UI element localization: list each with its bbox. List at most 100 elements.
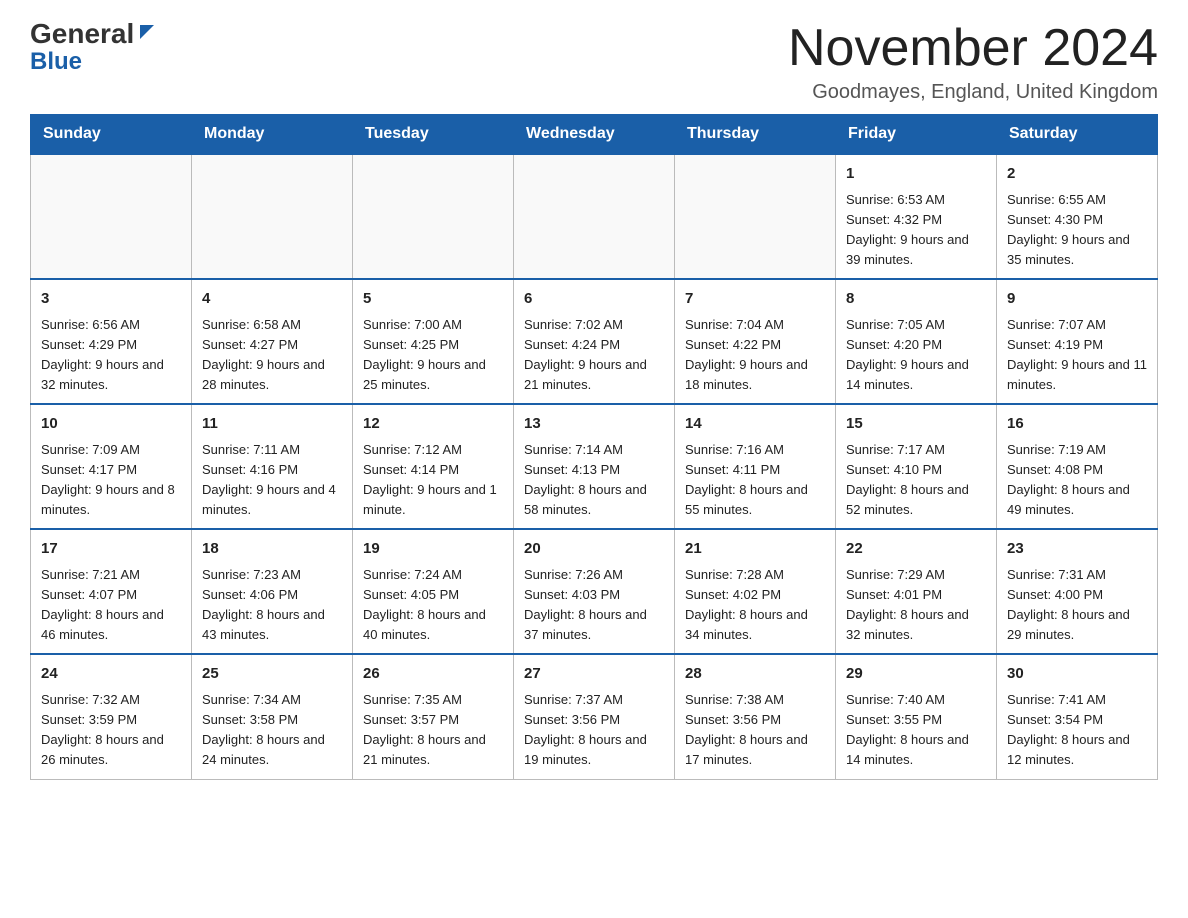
day-info: Sunrise: 7:23 AMSunset: 4:06 PMDaylight:…: [202, 565, 342, 646]
calendar-cell: 26 Sunrise: 7:35 AMSunset: 3:57 PMDayligh…: [353, 654, 514, 779]
calendar-cell: [192, 154, 353, 279]
calendar-cell: 17Sunrise: 7:21 AMSunset: 4:07 PMDayligh…: [31, 529, 192, 654]
col-friday: Friday: [836, 115, 997, 155]
calendar-cell: [353, 154, 514, 279]
day-info: Sunrise: 7:38 AMSunset: 3:56 PMDaylight:…: [685, 690, 825, 771]
col-monday: Monday: [192, 115, 353, 155]
day-info: Sunrise: 7:02 AMSunset: 4:24 PMDaylight:…: [524, 315, 664, 396]
day-number: 11: [202, 413, 342, 436]
calendar-cell: 1Sunrise: 6:53 AMSunset: 4:32 PMDaylight…: [836, 154, 997, 279]
day-number: 14: [685, 413, 825, 436]
day-number: 24: [41, 663, 181, 686]
calendar-cell: 15Sunrise: 7:17 AMSunset: 4:10 PMDayligh…: [836, 404, 997, 529]
day-number: 22: [846, 538, 986, 561]
calendar-header-row: Sunday Monday Tuesday Wednesday Thursday…: [31, 115, 1158, 155]
day-info: Sunrise: 7:41 AMSunset: 3:54 PMDaylight:…: [1007, 690, 1147, 771]
calendar-cell: 5 Sunrise: 7:00 AMSunset: 4:25 PMDaylight…: [353, 279, 514, 404]
day-info: Sunrise: 7:09 AMSunset: 4:17 PMDaylight:…: [41, 440, 181, 521]
calendar-cell: 10 Sunrise: 7:09 AMSunset: 4:17 PMDayligh…: [31, 404, 192, 529]
day-info: Sunrise: 7:34 AMSunset: 3:58 PMDaylight:…: [202, 690, 342, 771]
week-row-3: 10 Sunrise: 7:09 AMSunset: 4:17 PMDayligh…: [31, 404, 1158, 529]
calendar-cell: 16 Sunrise: 7:19 AMSunset: 4:08 PMDayligh…: [997, 404, 1158, 529]
day-number: 1: [846, 163, 986, 186]
day-number: 30: [1007, 663, 1147, 686]
week-row-5: 24 Sunrise: 7:32 AMSunset: 3:59 PMDayligh…: [31, 654, 1158, 779]
calendar-cell: 20 Sunrise: 7:26 AMSunset: 4:03 PMDayligh…: [514, 529, 675, 654]
day-info: Sunrise: 7:07 AMSunset: 4:19 PMDaylight:…: [1007, 315, 1147, 396]
day-info: Sunrise: 6:56 AMSunset: 4:29 PMDaylight:…: [41, 315, 181, 396]
calendar-cell: 29 Sunrise: 7:40 AMSunset: 3:55 PMDayligh…: [836, 654, 997, 779]
week-row-4: 17Sunrise: 7:21 AMSunset: 4:07 PMDayligh…: [31, 529, 1158, 654]
day-number: 3: [41, 288, 181, 311]
day-number: 21: [685, 538, 825, 561]
day-info: Sunrise: 7:24 AMSunset: 4:05 PMDaylight:…: [363, 565, 503, 646]
logo-blue: Blue: [30, 48, 82, 76]
day-info: Sunrise: 7:00 AMSunset: 4:25 PMDaylight:…: [363, 315, 503, 396]
calendar-cell: 7 Sunrise: 7:04 AMSunset: 4:22 PMDaylight…: [675, 279, 836, 404]
day-number: 10: [41, 413, 181, 436]
calendar-cell: 14 Sunrise: 7:16 AMSunset: 4:11 PMDayligh…: [675, 404, 836, 529]
calendar-cell: [675, 154, 836, 279]
day-number: 28: [685, 663, 825, 686]
day-info: Sunrise: 7:11 AMSunset: 4:16 PMDaylight:…: [202, 440, 342, 521]
day-info: Sunrise: 7:05 AMSunset: 4:20 PMDaylight:…: [846, 315, 986, 396]
day-number: 19: [363, 538, 503, 561]
calendar-cell: 2 Sunrise: 6:55 AMSunset: 4:30 PMDaylight…: [997, 154, 1158, 279]
calendar-cell: 13Sunrise: 7:14 AMSunset: 4:13 PMDayligh…: [514, 404, 675, 529]
col-thursday: Thursday: [675, 115, 836, 155]
day-number: 9: [1007, 288, 1147, 311]
day-number: 25: [202, 663, 342, 686]
page-header: General Blue November 2024 Goodmayes, En…: [30, 20, 1158, 104]
day-info: Sunrise: 7:29 AMSunset: 4:01 PMDaylight:…: [846, 565, 986, 646]
day-info: Sunrise: 7:40 AMSunset: 3:55 PMDaylight:…: [846, 690, 986, 771]
day-number: 20: [524, 538, 664, 561]
calendar-cell: 18 Sunrise: 7:23 AMSunset: 4:06 PMDayligh…: [192, 529, 353, 654]
day-info: Sunrise: 7:31 AMSunset: 4:00 PMDaylight:…: [1007, 565, 1147, 646]
day-info: Sunrise: 7:04 AMSunset: 4:22 PMDaylight:…: [685, 315, 825, 396]
day-info: Sunrise: 7:32 AMSunset: 3:59 PMDaylight:…: [41, 690, 181, 771]
day-info: Sunrise: 6:55 AMSunset: 4:30 PMDaylight:…: [1007, 190, 1147, 271]
calendar-cell: 19 Sunrise: 7:24 AMSunset: 4:05 PMDayligh…: [353, 529, 514, 654]
day-info: Sunrise: 7:17 AMSunset: 4:10 PMDaylight:…: [846, 440, 986, 521]
calendar-cell: [31, 154, 192, 279]
day-number: 7: [685, 288, 825, 311]
col-saturday: Saturday: [997, 115, 1158, 155]
day-number: 8: [846, 288, 986, 311]
day-info: Sunrise: 7:37 AMSunset: 3:56 PMDaylight:…: [524, 690, 664, 771]
day-number: 18: [202, 538, 342, 561]
day-info: Sunrise: 7:19 AMSunset: 4:08 PMDaylight:…: [1007, 440, 1147, 521]
calendar-cell: 27 Sunrise: 7:37 AMSunset: 3:56 PMDayligh…: [514, 654, 675, 779]
day-number: 26: [363, 663, 503, 686]
calendar-cell: 4 Sunrise: 6:58 AMSunset: 4:27 PMDaylight…: [192, 279, 353, 404]
calendar-cell: 21 Sunrise: 7:28 AMSunset: 4:02 PMDayligh…: [675, 529, 836, 654]
day-info: Sunrise: 7:14 AMSunset: 4:13 PMDaylight:…: [524, 440, 664, 521]
logo-arrow-icon: [136, 21, 158, 43]
day-number: 4: [202, 288, 342, 311]
day-number: 29: [846, 663, 986, 686]
calendar-cell: 23 Sunrise: 7:31 AMSunset: 4:00 PMDayligh…: [997, 529, 1158, 654]
day-number: 5: [363, 288, 503, 311]
col-tuesday: Tuesday: [353, 115, 514, 155]
day-number: 2: [1007, 163, 1147, 186]
day-info: Sunrise: 7:12 AMSunset: 4:14 PMDaylight:…: [363, 440, 503, 521]
day-number: 12: [363, 413, 503, 436]
day-info: Sunrise: 6:58 AMSunset: 4:27 PMDaylight:…: [202, 315, 342, 396]
day-number: 17: [41, 538, 181, 561]
calendar-cell: 28 Sunrise: 7:38 AMSunset: 3:56 PMDayligh…: [675, 654, 836, 779]
col-sunday: Sunday: [31, 115, 192, 155]
day-number: 27: [524, 663, 664, 686]
col-wednesday: Wednesday: [514, 115, 675, 155]
logo: General Blue: [30, 20, 158, 76]
location: Goodmayes, England, United Kingdom: [788, 81, 1158, 104]
calendar-cell: 12 Sunrise: 7:12 AMSunset: 4:14 PMDayligh…: [353, 404, 514, 529]
calendar-cell: 6Sunrise: 7:02 AMSunset: 4:24 PMDaylight…: [514, 279, 675, 404]
day-info: Sunrise: 7:28 AMSunset: 4:02 PMDaylight:…: [685, 565, 825, 646]
day-number: 23: [1007, 538, 1147, 561]
day-info: Sunrise: 7:35 AMSunset: 3:57 PMDaylight:…: [363, 690, 503, 771]
calendar-cell: 3 Sunrise: 6:56 AMSunset: 4:29 PMDaylight…: [31, 279, 192, 404]
day-info: Sunrise: 7:26 AMSunset: 4:03 PMDaylight:…: [524, 565, 664, 646]
week-row-2: 3 Sunrise: 6:56 AMSunset: 4:29 PMDaylight…: [31, 279, 1158, 404]
calendar-cell: 24 Sunrise: 7:32 AMSunset: 3:59 PMDayligh…: [31, 654, 192, 779]
day-number: 16: [1007, 413, 1147, 436]
day-info: Sunrise: 7:16 AMSunset: 4:11 PMDaylight:…: [685, 440, 825, 521]
